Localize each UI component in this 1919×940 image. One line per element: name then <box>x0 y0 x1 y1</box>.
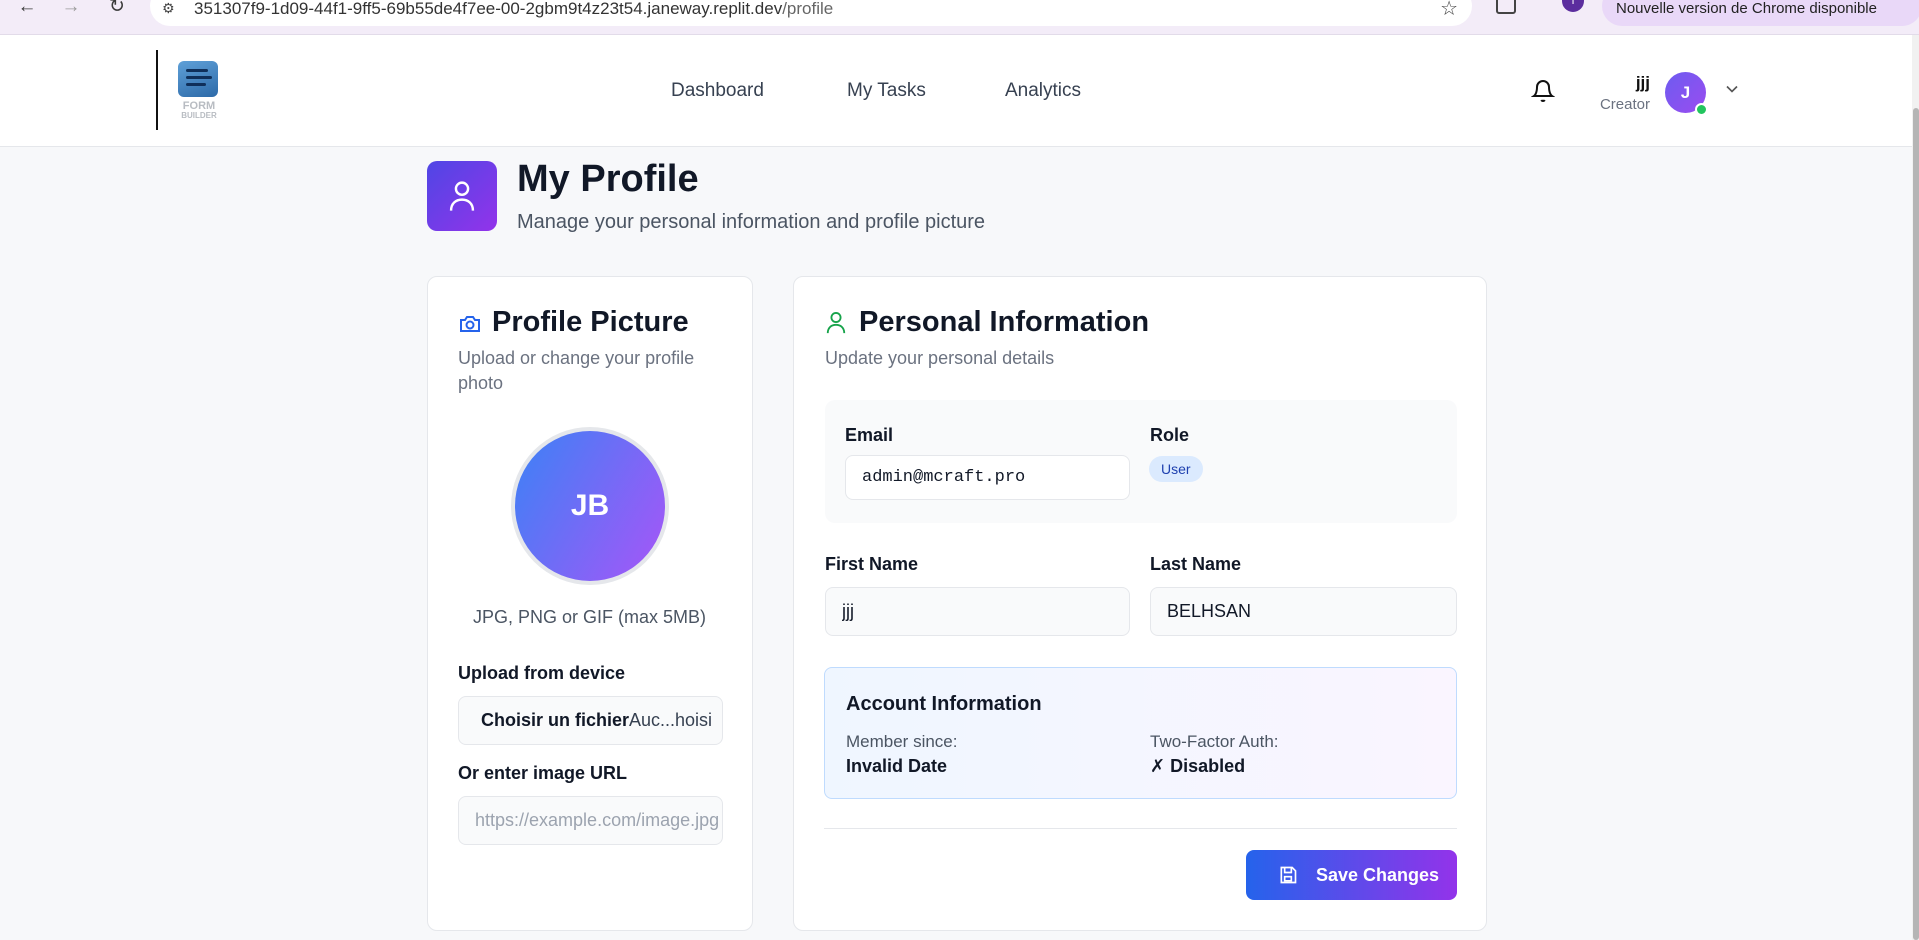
user-role: Creator <box>1599 96 1650 113</box>
profile-header-icon <box>427 161 497 231</box>
personal-info-subtitle: Update your personal details <box>825 348 1055 368</box>
site-settings-icon[interactable]: ⚙ <box>162 0 175 17</box>
profile-picture-subtitle: Upload or change your profile photo <box>458 348 695 393</box>
nav-dashboard[interactable]: Dashboard <box>671 35 764 147</box>
url-label: Or enter image URL <box>458 763 628 783</box>
app-logo[interactable]: FORM BUILDER <box>174 61 224 125</box>
two-factor-value: ✗ Disabled <box>1150 756 1246 776</box>
member-since-label: Member since: <box>846 732 958 751</box>
file-status: Auc...hoisi <box>629 710 713 730</box>
save-button[interactable]: Save Changes <box>1246 850 1457 900</box>
profile-picture-title: Profile Picture <box>492 306 689 338</box>
extensions-icon[interactable] <box>1496 0 1516 14</box>
nav-analytics[interactable]: Analytics <box>1005 35 1081 147</box>
role-label: Role <box>1150 425 1190 445</box>
nav-my-tasks[interactable]: My Tasks <box>847 35 926 147</box>
two-factor-label: Two-Factor Auth: <box>1150 732 1279 751</box>
divider <box>824 828 1457 829</box>
back-icon[interactable]: ← <box>14 0 40 20</box>
email-label: Email <box>845 425 894 445</box>
image-url-input[interactable] <box>458 796 723 845</box>
save-button-label: Save Changes <box>1316 865 1440 885</box>
form-icon <box>178 61 218 97</box>
page-title: My Profile <box>517 158 699 200</box>
account-info-box: Account Information Member since: Invali… <box>824 667 1457 799</box>
bell-icon[interactable] <box>1531 79 1555 103</box>
first-name-input[interactable] <box>825 587 1130 636</box>
personal-info-title: Personal Information <box>859 306 1150 338</box>
reload-icon[interactable]: ↻ <box>104 0 130 20</box>
camera-icon <box>460 316 480 332</box>
role-badge: User <box>1149 456 1203 482</box>
user-name: jjj <box>1635 73 1650 92</box>
star-icon[interactable]: ☆ <box>1440 0 1458 21</box>
last-name-input[interactable] <box>1150 587 1457 636</box>
logo-divider <box>156 50 158 130</box>
scrollbar-thumb[interactable] <box>1913 108 1919 940</box>
forward-icon[interactable]: → <box>58 0 84 20</box>
last-name-label: Last Name <box>1150 554 1242 574</box>
online-status-dot <box>1695 103 1708 116</box>
file-format-hint: JPG, PNG or GIF (max 5MB) <box>472 607 707 627</box>
browser-toolbar: ← → ↻ ⚙ 351307f9-1d09-44f1-9ff5-69b55de4… <box>0 0 1919 35</box>
user-icon <box>449 181 475 211</box>
app-header: FORM BUILDER Dashboard My Tasks Analytics… <box>0 35 1912 147</box>
chrome-update-button[interactable]: Nouvelle version de Chrome disponible <box>1602 0 1919 26</box>
url-text: 351307f9-1d09-44f1-9ff5-69b55de4f7ee-00-… <box>194 0 834 18</box>
first-name-label: First Name <box>825 554 919 574</box>
upload-label: Upload from device <box>458 663 626 683</box>
profile-avatar[interactable]: JB <box>511 427 669 585</box>
email-field[interactable] <box>845 455 1130 500</box>
avatar-initials: JB <box>515 431 665 581</box>
chevron-down-icon[interactable] <box>1722 79 1742 99</box>
member-since-value: Invalid Date <box>846 756 948 776</box>
account-info-title: Account Information <box>846 693 1042 715</box>
choose-file-button[interactable]: Choisir un fichier <box>481 710 629 731</box>
browser-profile-avatar[interactable]: I <box>1562 0 1584 12</box>
save-icon <box>1280 866 1297 884</box>
file-input[interactable]: Choisir un fichier Auc...hoisi <box>458 696 723 745</box>
address-bar[interactable]: ⚙ 351307f9-1d09-44f1-9ff5-69b55de4f7ee-0… <box>150 0 1472 26</box>
page-subtitle: Manage your personal information and pro… <box>517 211 986 233</box>
logo-text: FORM BUILDER <box>181 100 217 121</box>
user-icon <box>826 312 846 334</box>
